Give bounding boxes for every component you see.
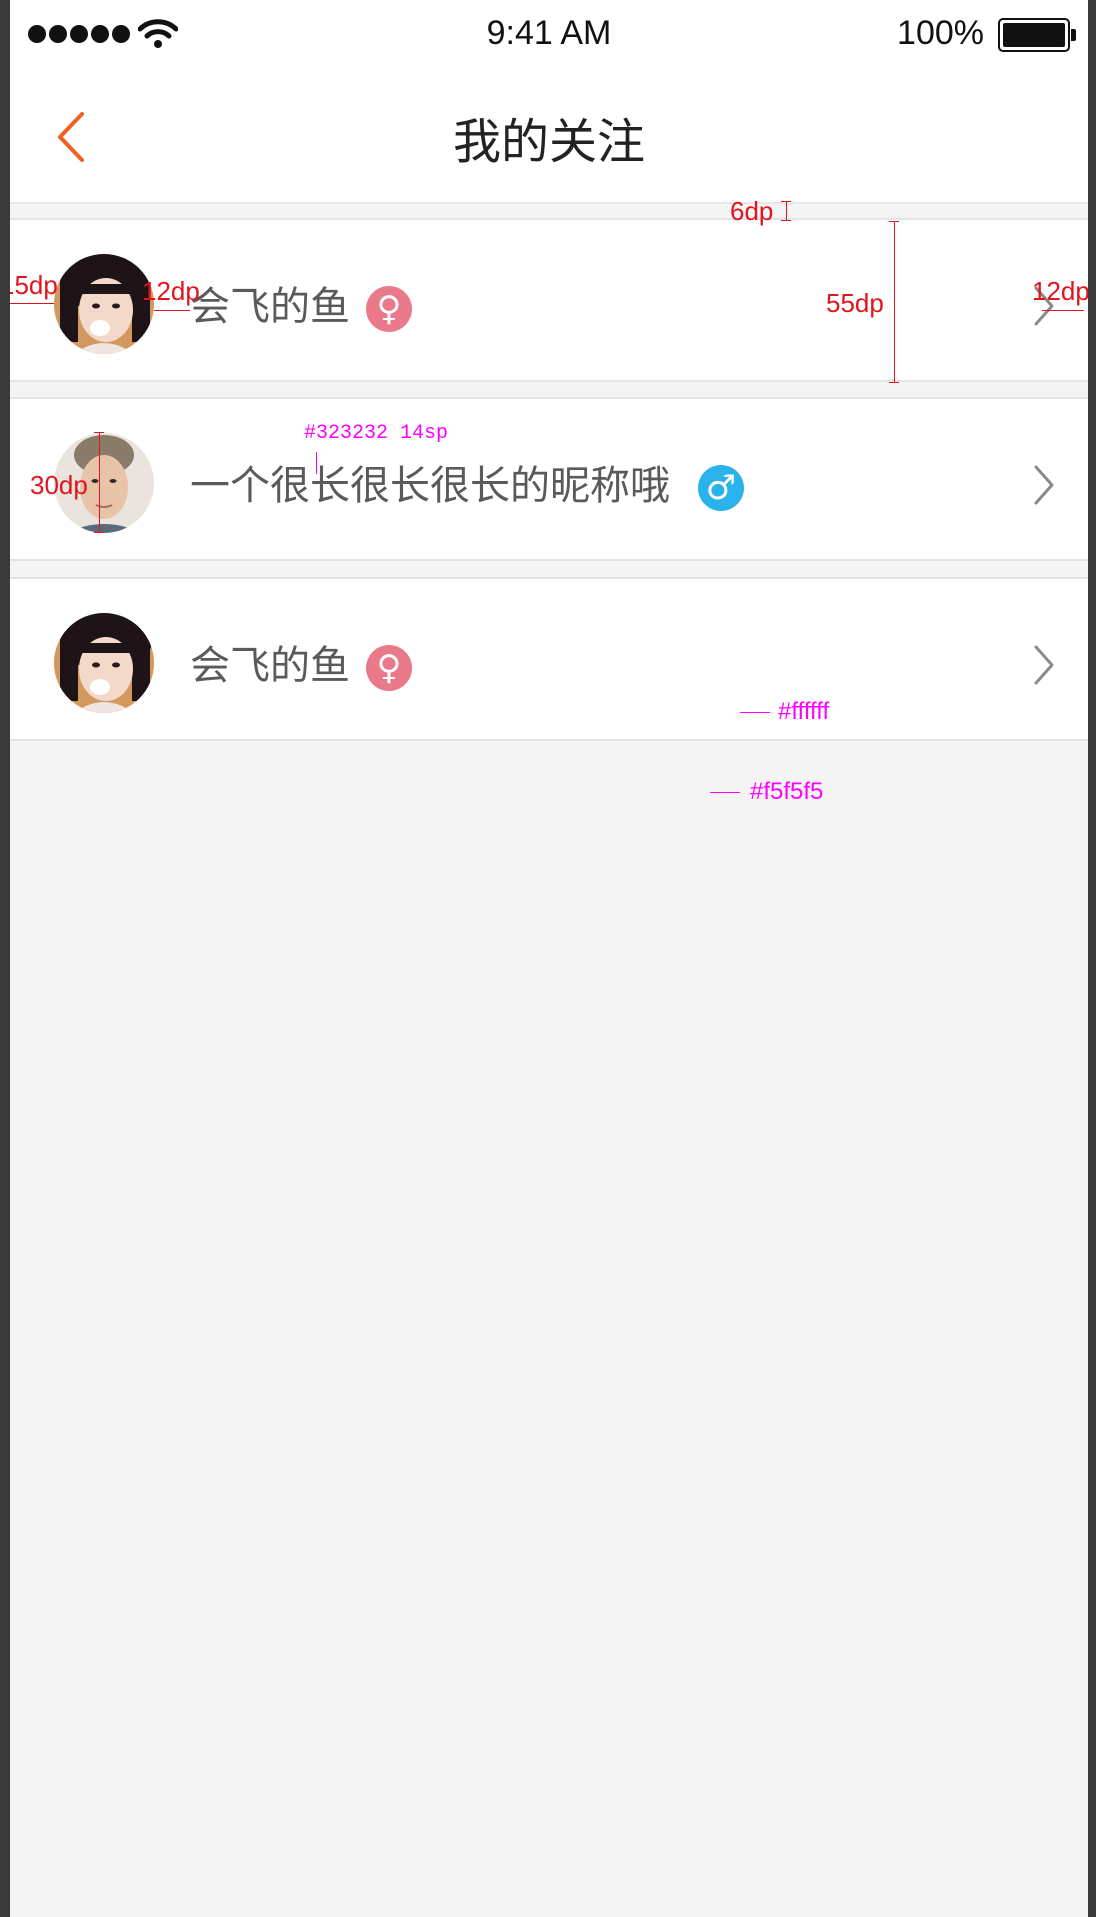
annotation-gap: 6dp xyxy=(730,196,774,226)
page-title: 我的关注 xyxy=(452,114,645,170)
bg-color-pointer xyxy=(710,792,740,793)
avatar-size-measure-tick xyxy=(94,432,104,433)
annotation-bg-color: #f5f5f5 xyxy=(750,778,824,805)
left-margin-measure-line xyxy=(10,303,54,304)
row-height-measure-line xyxy=(894,221,895,382)
chevron-right-icon xyxy=(1034,645,1054,685)
list-item[interactable]: 会飞的鱼 ♀ xyxy=(10,577,1088,741)
nickname: 一个很长很长很长的昵称哦 xyxy=(190,463,670,509)
avatar-size-measure-tick xyxy=(94,532,104,533)
row-height-measure-tick xyxy=(889,221,899,222)
female-gender-icon: ♀ xyxy=(366,286,412,332)
navigation-bar: 我的关注 xyxy=(10,72,1088,204)
avatar-gap-measure-line xyxy=(154,310,190,311)
female-gender-icon: ♀ xyxy=(366,645,412,691)
avatar xyxy=(54,613,154,713)
gap-measure-tick xyxy=(781,220,791,221)
nickname: 会飞的鱼 xyxy=(190,643,350,689)
avatar-size-measure-line xyxy=(99,432,100,532)
gap-measure-tick xyxy=(781,201,791,202)
annotation-right-margin: 12dp xyxy=(1032,276,1088,306)
annotation-left-margin: 15dp xyxy=(10,270,58,300)
status-bar: 9:41 AM 100% xyxy=(10,0,1088,72)
text-style-pointer xyxy=(316,452,317,474)
male-gender-icon: ♂ xyxy=(698,465,744,511)
chevron-right-icon xyxy=(1034,465,1054,505)
annotation-text-style: #323232 14sp xyxy=(304,422,449,445)
battery-icon xyxy=(998,18,1076,52)
avatar xyxy=(54,254,154,354)
annotation-avatar-gap: 12dp xyxy=(142,276,200,306)
gap-measure-line xyxy=(786,201,787,221)
annotation-avatar-size: 30dp xyxy=(30,470,88,500)
list-item[interactable]: 一个很长很长很长的昵称哦 ♂ xyxy=(10,397,1088,561)
battery-percentage: 100% xyxy=(897,14,984,52)
nickname: 会飞的鱼 xyxy=(190,284,350,330)
row-height-measure-tick xyxy=(889,382,899,383)
row-color-pointer xyxy=(740,712,770,713)
annotation-row-color: #ffffff xyxy=(778,698,830,725)
annotation-row-height: 55dp xyxy=(826,288,884,318)
right-margin-measure-line xyxy=(1042,310,1084,311)
phone-screen: 9:41 AM 100% 我的关注 会飞的鱼 ♀ 一个很长很长很长的昵称哦 ♂ … xyxy=(10,0,1088,1917)
